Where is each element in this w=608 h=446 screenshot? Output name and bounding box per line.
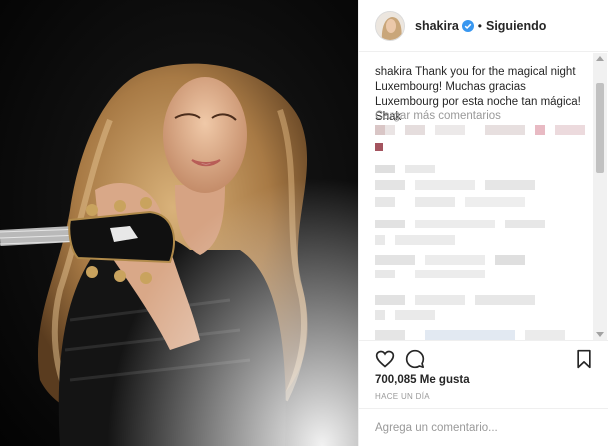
scroll-down-arrow-icon[interactable] bbox=[596, 332, 604, 337]
username-link[interactable]: shakira bbox=[415, 19, 459, 33]
post-actions bbox=[359, 340, 608, 372]
post-photo[interactable] bbox=[0, 0, 358, 446]
comment-bubble-icon[interactable] bbox=[405, 349, 425, 369]
comments-area: shakira Thank you for the magical night … bbox=[359, 53, 608, 340]
heart-icon[interactable] bbox=[375, 349, 395, 369]
bookmark-icon[interactable] bbox=[574, 349, 594, 369]
verified-badge-icon bbox=[461, 19, 474, 32]
header-separator: • bbox=[477, 18, 482, 33]
add-comment-bar bbox=[359, 408, 608, 446]
caption-username[interactable]: shakira bbox=[375, 66, 412, 78]
likes-count[interactable]: 700,085 Me gusta bbox=[375, 374, 470, 386]
avatar[interactable] bbox=[375, 10, 405, 41]
scroll-up-arrow-icon[interactable] bbox=[596, 56, 604, 61]
post-timestamp[interactable]: HACE UN DÍA bbox=[375, 392, 430, 401]
comments-scrollbar[interactable] bbox=[593, 53, 607, 340]
avatar-image bbox=[376, 11, 404, 40]
post-side-panel: shakira • Siguiendo shakira Thank you fo… bbox=[358, 0, 608, 446]
comment-input[interactable] bbox=[375, 419, 593, 437]
pixelated-comments bbox=[375, 125, 585, 340]
following-button[interactable]: Siguiendo bbox=[486, 19, 546, 33]
load-more-comments-link[interactable]: Cargar más comentarios bbox=[375, 110, 501, 122]
post-header: shakira • Siguiendo bbox=[359, 0, 608, 52]
scrollbar-thumb[interactable] bbox=[596, 83, 604, 173]
concert-photo-image bbox=[0, 0, 358, 446]
